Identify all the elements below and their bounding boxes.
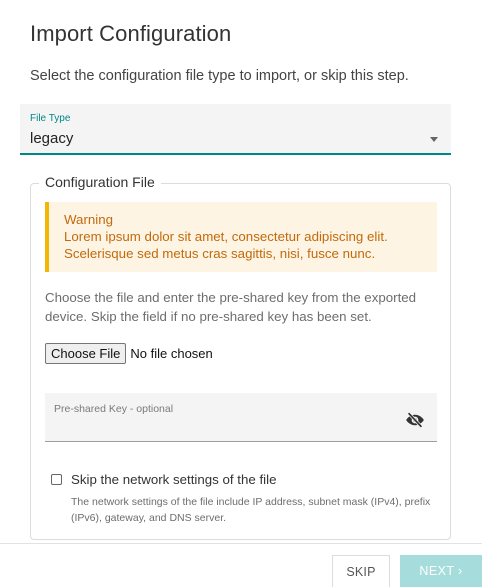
pre-shared-key-label: Pre-shared Key - optional bbox=[54, 403, 174, 415]
caret-down-icon bbox=[430, 137, 438, 142]
skip-network-settings-label: Skip the network settings of the file bbox=[71, 472, 277, 487]
warning-banner: Warning Lorem ipsum dolor sit amet, cons… bbox=[45, 202, 437, 272]
skip-network-settings-checkbox[interactable] bbox=[51, 474, 62, 485]
pre-shared-key-input[interactable]: Pre-shared Key - optional bbox=[45, 393, 437, 442]
warning-title: Warning bbox=[64, 212, 114, 227]
warning-line-2: Scelerisque sed metus cras sagittis, nis… bbox=[64, 246, 376, 261]
file-picker: Choose File No file chosen bbox=[45, 342, 213, 364]
choose-file-button[interactable]: Choose File bbox=[45, 342, 127, 364]
file-type-label: File Type bbox=[30, 113, 71, 124]
dialog-title: Import Configuration bbox=[30, 21, 232, 46]
file-description: Choose the file and enter the pre-shared… bbox=[45, 290, 417, 324]
next-button[interactable]: NEXT › bbox=[400, 555, 482, 587]
file-type-select[interactable]: File Type legacy bbox=[20, 104, 451, 155]
skip-network-settings-option[interactable]: Skip the network settings of the file bbox=[51, 472, 276, 487]
eye-off-icon[interactable] bbox=[405, 412, 425, 428]
configuration-file-fieldset: Configuration File Warning Lorem ipsum d… bbox=[30, 174, 451, 540]
warning-line-1: Lorem ipsum dolor sit amet, consectetur … bbox=[64, 229, 388, 244]
file-type-value: legacy bbox=[30, 130, 74, 147]
skip-network-settings-description: The network settings of the file include… bbox=[71, 496, 431, 524]
configuration-file-legend: Configuration File bbox=[39, 174, 161, 190]
no-file-chosen-text: No file chosen bbox=[130, 345, 213, 361]
footer-divider bbox=[0, 543, 482, 544]
import-configuration-dialog: Import Configuration Select the configur… bbox=[0, 0, 482, 587]
dialog-subtitle: Select the configuration file type to im… bbox=[30, 68, 409, 84]
skip-button[interactable]: SKIP bbox=[332, 555, 390, 587]
